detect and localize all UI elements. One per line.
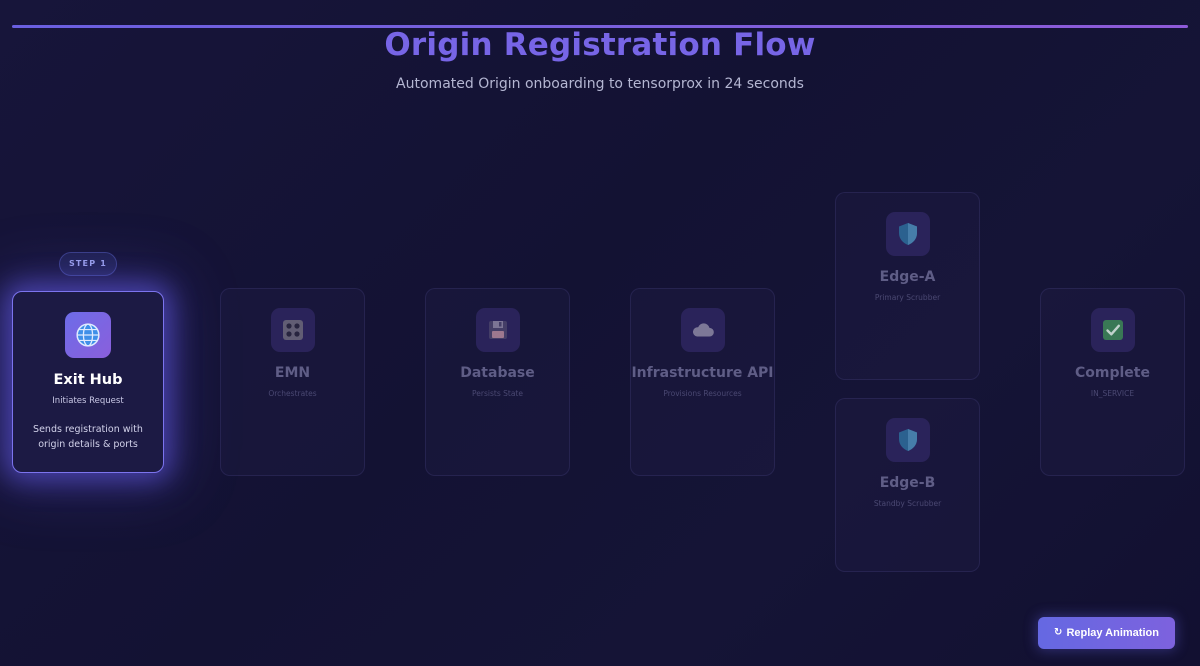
shield-icon xyxy=(885,212,930,256)
node-exit-hub[interactable]: Exit Hub Initiates Request Sends registr… xyxy=(12,291,164,473)
node-subtitle: Standby Scrubber xyxy=(873,499,942,508)
replay-animation-button[interactable]: ↻ Replay Animation xyxy=(1038,617,1175,649)
node-title: Exit Hub xyxy=(53,372,123,388)
replay-icon: ↻ xyxy=(1054,627,1063,638)
node-title: Infrastructure API xyxy=(631,365,774,381)
cloud-icon xyxy=(680,308,725,352)
node-subtitle: Initiates Request xyxy=(52,396,124,406)
node-subtitle: IN_SERVICE xyxy=(1090,389,1135,398)
floppy-disk-icon xyxy=(475,308,520,352)
page-title: Origin Registration Flow xyxy=(384,27,816,63)
node-description-line: Sends registration with xyxy=(33,424,143,435)
node-subtitle: Persists State xyxy=(472,389,523,398)
node-complete[interactable]: Complete IN_SERVICE xyxy=(1040,288,1185,476)
node-title: Database xyxy=(460,365,535,381)
node-edge-a[interactable]: Edge-A Primary Scrubber xyxy=(835,192,980,380)
node-subtitle: Provisions Resources xyxy=(663,389,742,398)
node-description: Sends registration with origin details &… xyxy=(23,422,153,452)
shield-icon xyxy=(885,418,930,462)
replay-button-label: Replay Animation xyxy=(1066,627,1159,639)
node-description-line: origin details & ports xyxy=(38,439,138,450)
node-emn[interactable]: EMN Orchestrates xyxy=(220,288,365,476)
node-subtitle: Orchestrates xyxy=(268,389,317,398)
node-edge-b[interactable]: Edge-B Standby Scrubber xyxy=(835,398,980,572)
node-database[interactable]: Database Persists State xyxy=(425,288,570,476)
node-infrastructure-api[interactable]: Infrastructure API Provisions Resources xyxy=(630,288,775,476)
page-subtitle: Automated Origin onboarding to tensorpro… xyxy=(396,76,804,92)
node-title: Edge-A xyxy=(879,269,936,285)
control-knobs-icon xyxy=(270,308,315,352)
step-badge: STEP 1 xyxy=(59,252,117,276)
globe-icon xyxy=(65,312,111,358)
check-mark-icon xyxy=(1090,308,1135,352)
node-subtitle: Primary Scrubber xyxy=(874,293,941,302)
node-title: Edge-B xyxy=(879,475,936,491)
node-title: EMN xyxy=(274,365,311,381)
node-title: Complete xyxy=(1075,365,1150,381)
